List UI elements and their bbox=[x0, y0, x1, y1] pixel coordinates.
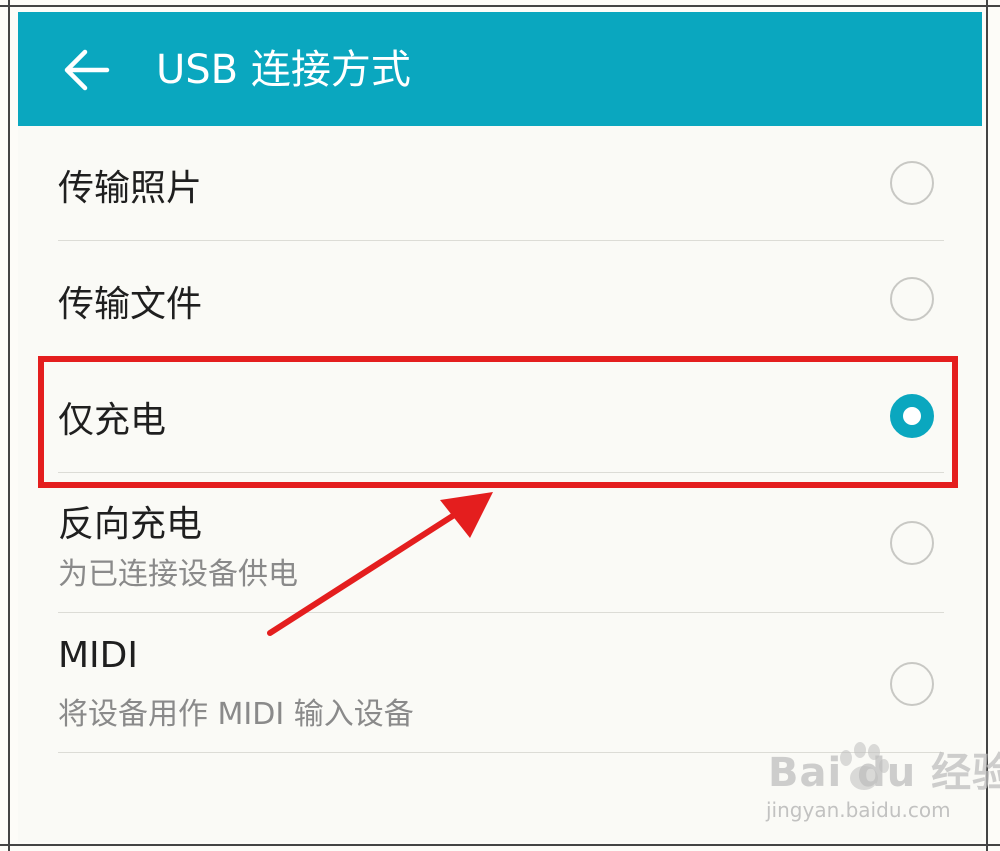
watermark: Bai du 经验 jingyan.baidu.com bbox=[760, 740, 1000, 830]
screenshot-frame: USB 连接方式 传输照片 传输文件 仅充电 反向充电 为已连接设备供电 MID… bbox=[0, 0, 1000, 851]
annotation-arrow-icon bbox=[267, 492, 493, 636]
watermark-url: jingyan.baidu.com bbox=[766, 798, 951, 822]
watermark-brand: Bai du 经验 bbox=[768, 750, 1000, 796]
